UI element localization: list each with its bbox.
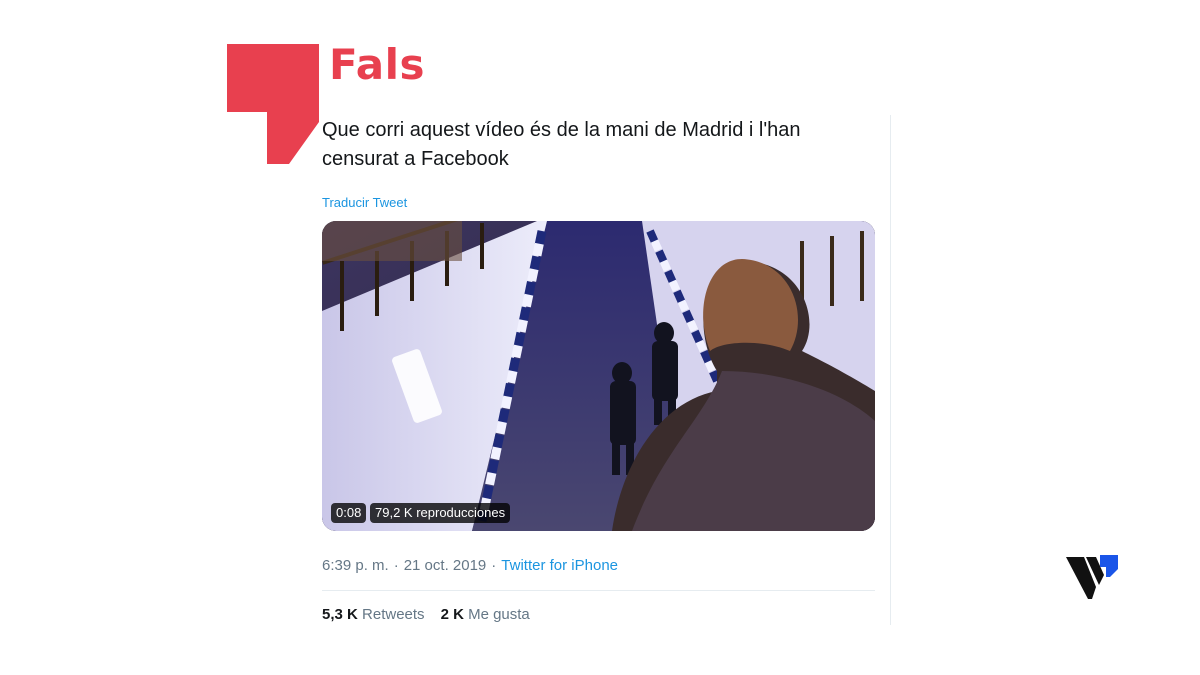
tweet-time: 6:39 p. m. [322,557,389,574]
video-duration-badge: 0:08 [331,503,367,523]
tweet-date[interactable]: 21 oct. 2019 [404,557,487,574]
video-frame-image [322,221,875,531]
v-brand-logo [1066,555,1118,599]
retweets-count: 5,3 K [322,606,358,623]
verdict-label: Fals [329,40,425,89]
quote-mark-icon [227,44,319,164]
likes-stat[interactable]: 2 K Me gusta [441,606,530,623]
tweet-border [890,115,891,625]
tweet-divider [322,590,875,591]
video-views-badge: 79,2 K reproducciones [370,503,511,523]
retweets-label: Retweets [362,606,425,623]
tweet-meta: 6:39 p. m. · 21 oct. 2019 · Twitter for iPho… [322,557,618,575]
tweet-video[interactable] [322,221,875,531]
meta-separator: · [491,557,497,574]
retweets-stat[interactable]: 5,3 K Retweets [322,606,425,623]
likes-count: 2 K [440,606,464,623]
tweet-text: Que corri aquest vídeo és de la mani de … [322,119,801,170]
translate-tweet-link[interactable]: Traducir Tweet [322,194,407,212]
likes-label: Me gusta [468,606,530,623]
tweet-source-link[interactable]: Twitter for iPhone [501,557,618,574]
meta-separator: · [393,557,399,574]
tweet-stats: 5,3 K Retweets 2 K Me gusta [322,606,530,624]
